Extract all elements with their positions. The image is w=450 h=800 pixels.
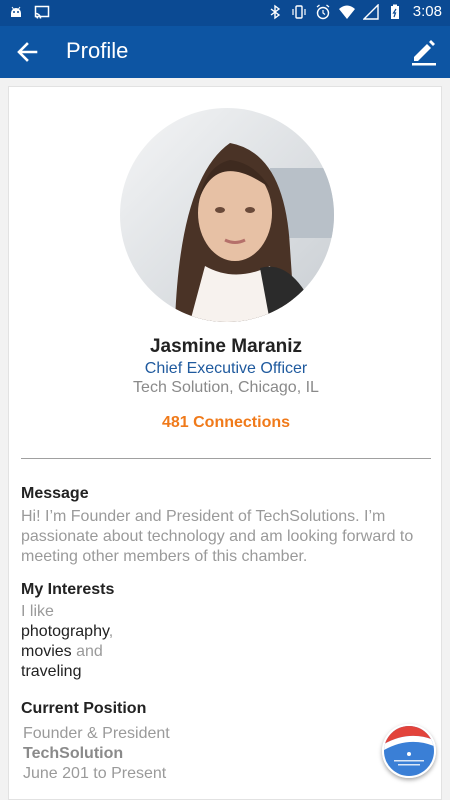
wifi-icon <box>338 5 355 19</box>
signal-icon <box>362 3 379 20</box>
message-heading: Message <box>21 485 89 502</box>
interests-heading: My Interests <box>21 581 115 598</box>
interests-list: I like photography, movies and traveling <box>21 602 113 682</box>
connections-link[interactable]: 481 Connections <box>9 414 441 432</box>
battery-icon <box>390 4 399 19</box>
profile-avatar <box>120 108 334 322</box>
arrow-back-icon[interactable] <box>14 38 42 66</box>
interest-separator: , <box>108 623 114 640</box>
status-bar: 3:08 <box>0 0 450 26</box>
edit-pencil-icon[interactable] <box>408 36 440 68</box>
position-company: TechSolution <box>23 745 124 762</box>
interest-photography: photography <box>21 623 109 640</box>
cast-icon <box>34 5 50 19</box>
page-title: Profile <box>66 38 129 63</box>
message-text: Hi! I’m Founder and President of TechSol… <box>21 508 414 565</box>
profile-name: Jasmine Maraniz <box>149 336 303 357</box>
interests-intro: I like <box>21 603 54 620</box>
app-bar: Profile <box>0 26 450 78</box>
position-role: Founder & President <box>23 725 170 742</box>
interest-and: and <box>71 643 103 660</box>
chamber-logo-button[interactable] <box>382 724 436 778</box>
profile-card: Jasmine Maraniz Chief Executive Officer … <box>8 86 442 800</box>
profile-job-title: Chief Executive Officer <box>144 360 308 377</box>
current-position-details: Founder & President TechSolution June 20… <box>23 724 170 784</box>
chamber-logo-icon <box>384 726 434 776</box>
position-dates: June 201 to Present <box>23 765 167 782</box>
android-icon <box>11 6 21 17</box>
profile-photo <box>120 108 334 322</box>
alarm-icon <box>316 4 330 19</box>
vibrate-icon <box>292 4 306 19</box>
bluetooth-icon <box>270 4 280 19</box>
interest-traveling: traveling <box>21 663 82 680</box>
profile-company-location: Tech Solution, Chicago, IL <box>133 379 319 396</box>
divider <box>21 458 431 459</box>
current-position-heading: Current Position <box>21 700 147 717</box>
interest-movies: movies <box>21 643 72 660</box>
clock-time: 3:08 <box>412 3 442 20</box>
